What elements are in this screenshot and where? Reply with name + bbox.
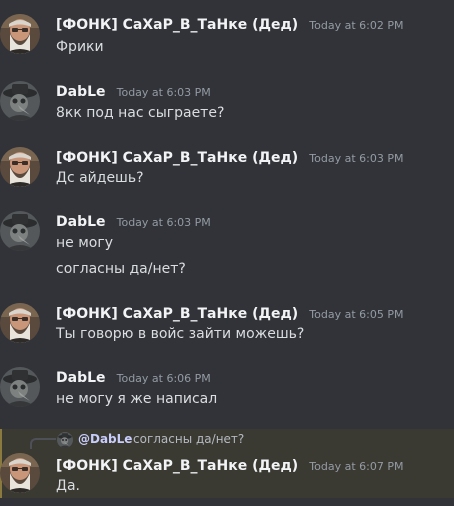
message-text: Фрики <box>56 39 104 55</box>
timestamp[interactable]: Today at 6:02 PM <box>309 19 403 32</box>
timestamp[interactable]: Today at 6:07 PM <box>309 460 403 473</box>
message-header: DabLe Today at 6:03 PM <box>56 81 211 101</box>
bearded-man-avatar-icon[interactable] <box>0 147 40 187</box>
message-text: 8кк под нас сыграете? <box>56 105 225 121</box>
username[interactable]: [ФОНК] СаХаР_В_ТаНке (Дед) <box>56 17 298 33</box>
message-text: согласны да/нет? <box>56 261 186 277</box>
message-text: Да. <box>56 478 80 494</box>
plague-doctor-avatar-icon[interactable] <box>57 432 73 448</box>
reply-mention[interactable]: @DabLe <box>78 431 132 447</box>
message-text: Дс айдешь? <box>56 170 144 186</box>
reply-preview-text[interactable]: согласны да/нет? <box>133 431 244 447</box>
timestamp[interactable]: Today at 6:06 PM <box>117 372 211 385</box>
message-item[interactable]: DabLe Today at 6:06 PM не могу я же напи… <box>0 367 454 407</box>
plague-doctor-avatar-icon[interactable] <box>0 81 40 121</box>
reply-connector-line <box>30 438 56 449</box>
username[interactable]: DabLe <box>56 370 106 386</box>
message-header: DabLe Today at 6:06 PM <box>56 367 211 387</box>
message-header: [ФОНК] СаХаР_В_ТаНке (Дед) Today at 6:02… <box>56 14 403 34</box>
plague-doctor-avatar-icon[interactable] <box>0 211 40 251</box>
message-header: [ФОНК] СаХаР_В_ТаНке (Дед) Today at 6:07… <box>56 455 403 475</box>
message-text: не могу я же написал <box>56 391 218 407</box>
bearded-man-avatar-icon[interactable] <box>0 14 40 54</box>
message-item[interactable]: DabLe Today at 6:03 PM 8кк под нас сыгра… <box>0 81 454 121</box>
timestamp[interactable]: Today at 6:03 PM <box>309 152 403 165</box>
username[interactable]: DabLe <box>56 214 106 230</box>
timestamp[interactable]: Today at 6:05 PM <box>309 308 403 321</box>
username[interactable]: [ФОНК] СаХаР_В_ТаНке (Дед) <box>56 150 298 166</box>
message-text: не могу <box>56 235 113 251</box>
message-header: [ФОНК] СаХаР_В_ТаНке (Дед) Today at 6:05… <box>56 303 403 323</box>
message-item[interactable]: [ФОНК] СаХаР_В_ТаНке (Дед) Today at 6:05… <box>0 303 454 343</box>
message-header: [ФОНК] СаХаР_В_ТаНке (Дед) Today at 6:03… <box>56 147 403 167</box>
username[interactable]: DabLe <box>56 84 106 100</box>
timestamp[interactable]: Today at 6:03 PM <box>117 216 211 229</box>
bearded-man-avatar-icon[interactable] <box>0 303 40 343</box>
message-item[interactable]: [ФОНК] СаХаР_В_ТаНке (Дед) Today at 6:03… <box>0 147 454 187</box>
username[interactable]: [ФОНК] СаХаР_В_ТаНке (Дед) <box>56 458 298 474</box>
message-item[interactable]: [ФОНК] СаХаР_В_ТаНке (Дед) Today at 6:02… <box>0 14 454 55</box>
message-text: Ты говорю в войс зайти можешь? <box>56 326 305 342</box>
chat-messages-panel: [ФОНК] СаХаР_В_ТаНке (Дед) Today at 6:02… <box>0 0 454 506</box>
message-header: DabLe Today at 6:03 PM <box>56 211 211 231</box>
message-item[interactable]: DabLe Today at 6:03 PM не могу согласны … <box>0 211 454 281</box>
username[interactable]: [ФОНК] СаХаР_В_ТаНке (Дед) <box>56 306 298 322</box>
timestamp[interactable]: Today at 6:03 PM <box>117 86 211 99</box>
bearded-man-avatar-icon[interactable] <box>0 453 40 493</box>
plague-doctor-avatar-icon[interactable] <box>0 367 40 407</box>
message-item-mention-highlight[interactable]: @DabLe согласны да/нет? [ФОНК] СаХаР_В_Т… <box>0 429 454 498</box>
